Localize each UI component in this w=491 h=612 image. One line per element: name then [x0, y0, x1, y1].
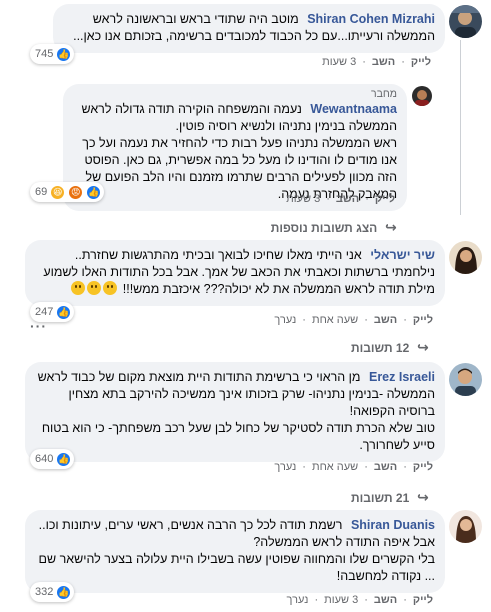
angry-icon: 😡: [68, 184, 84, 200]
comment-bubble: Shiran Cohen Mizrahi מוטב היה שתודי בראש…: [53, 4, 445, 53]
separator: ·: [365, 193, 369, 205]
reply-button[interactable]: השב: [374, 594, 397, 606]
view-replies-link[interactable]: ↩ 12 תשובות: [351, 339, 429, 356]
timestamp[interactable]: שעה אחת: [312, 314, 358, 326]
like-button[interactable]: לייק: [413, 594, 433, 606]
edited-label[interactable]: נערך: [287, 594, 309, 606]
comment-bubble: שיר ישראלי אני הייתי מאלו שחיכו לבואך וב…: [25, 240, 445, 306]
separator: ·: [364, 461, 368, 473]
avatar-image: [449, 5, 482, 38]
thread-line: [460, 40, 461, 215]
like-icon: 👍: [56, 451, 72, 467]
avatar[interactable]: [449, 510, 482, 543]
reply-button[interactable]: השב: [336, 193, 359, 205]
comment-bubble: מחבר Wewantnaama נעמה והמשפחה הוקירה תוד…: [63, 84, 407, 211]
more-options-icon[interactable]: ···: [30, 318, 47, 334]
avatar[interactable]: [449, 363, 482, 396]
separator: ·: [326, 193, 330, 205]
edited-label[interactable]: נערך: [274, 314, 296, 326]
separator: ·: [362, 56, 366, 68]
edited-label[interactable]: נערך: [274, 461, 296, 473]
comment-text: נעמה והמשפחה הוקירה תודה גדולה לראש הממש…: [81, 102, 397, 201]
avatar[interactable]: [449, 5, 482, 38]
replies-count: 12 תשובות: [351, 340, 410, 355]
reply-arrow-icon: ↩: [417, 489, 429, 505]
reply-button[interactable]: השב: [374, 461, 397, 473]
sad-emoji-icon: [87, 281, 102, 295]
reaction-count[interactable]: 745 👍: [30, 44, 75, 64]
like-button[interactable]: לייק: [413, 461, 433, 473]
timestamp[interactable]: 3 שעות: [324, 594, 358, 606]
commenter-name[interactable]: Erez Israeli: [369, 370, 435, 384]
comment-actions: לייק · השב · שעה אחת · נערך: [274, 314, 433, 326]
separator: ·: [364, 594, 368, 606]
avatar-image: [449, 241, 482, 274]
commenter-name[interactable]: שיר ישראלי: [370, 248, 435, 262]
commenter-name[interactable]: Shiran Duanis: [351, 518, 435, 532]
reaction-number: 69: [35, 186, 48, 198]
separator: ·: [401, 56, 405, 68]
like-icon: 👍: [56, 304, 72, 320]
avatar-image: [449, 363, 482, 396]
separator: ·: [403, 461, 407, 473]
commenter-name[interactable]: Shiran Cohen Mizrahi: [307, 12, 435, 26]
like-button[interactable]: לייק: [411, 56, 431, 68]
like-button[interactable]: לייק: [413, 314, 433, 326]
more-replies-link[interactable]: ↩ הצג תשובות נוספות: [271, 219, 397, 236]
like-icon: 👍: [56, 584, 72, 600]
comment-bubble: Shiran Duanis רשמת תודה לכל כך הרבה אנשי…: [25, 510, 445, 593]
separator: ·: [403, 314, 407, 326]
like-icon: 👍: [86, 184, 102, 200]
reaction-number: 745: [35, 48, 54, 60]
reply-button[interactable]: השב: [372, 56, 395, 68]
comment-actions: לייק · השב · 3 שעות: [286, 193, 395, 205]
timestamp[interactable]: 3 שעות: [322, 56, 356, 68]
reaction-number: 332: [35, 586, 54, 598]
avatar[interactable]: [449, 241, 482, 274]
reply-arrow-icon: ↩: [385, 219, 397, 235]
reaction-count[interactable]: 69 😆 😡 👍: [30, 182, 105, 202]
reaction-count[interactable]: 640 👍: [30, 449, 75, 469]
reply-arrow-icon: ↩: [417, 339, 429, 355]
author-badge: מחבר: [370, 88, 397, 100]
comment-bubble: Erez Israeli מן הראוי כי ברשימת התודות ה…: [25, 362, 445, 462]
avatar-image: [449, 510, 482, 543]
haha-icon: 😆: [50, 184, 66, 200]
reaction-number: 640: [35, 453, 54, 465]
comment-actions: לייק · השב · 3 שעות: [322, 56, 431, 68]
view-replies-link[interactable]: ↩ 21 תשובות: [351, 489, 429, 506]
reaction-count[interactable]: 332 👍: [30, 582, 75, 602]
comment-actions: לייק · השב · 3 שעות · נערך: [287, 594, 433, 606]
timestamp[interactable]: שעה אחת: [312, 461, 358, 473]
comment-actions: לייק · השב · שעה אחת · נערך: [274, 461, 433, 473]
like-icon: 👍: [56, 46, 72, 62]
sad-emoji-icon: [71, 281, 86, 295]
separator: ·: [403, 594, 407, 606]
separator: ·: [302, 461, 306, 473]
replies-count: 21 תשובות: [351, 490, 410, 505]
reaction-number: 247: [35, 306, 54, 318]
like-button[interactable]: לייק: [375, 193, 395, 205]
sad-emoji-icon: [103, 281, 118, 295]
avatar[interactable]: [412, 86, 432, 106]
commenter-name[interactable]: Wewantnaama: [310, 102, 397, 116]
timestamp[interactable]: 3 שעות: [286, 193, 320, 205]
avatar-image: [412, 86, 432, 106]
reply-button[interactable]: השב: [374, 314, 397, 326]
separator: ·: [314, 594, 319, 606]
separator: ·: [364, 314, 368, 326]
separator: ·: [302, 314, 306, 326]
more-replies-label: הצג תשובות נוספות: [270, 220, 378, 235]
